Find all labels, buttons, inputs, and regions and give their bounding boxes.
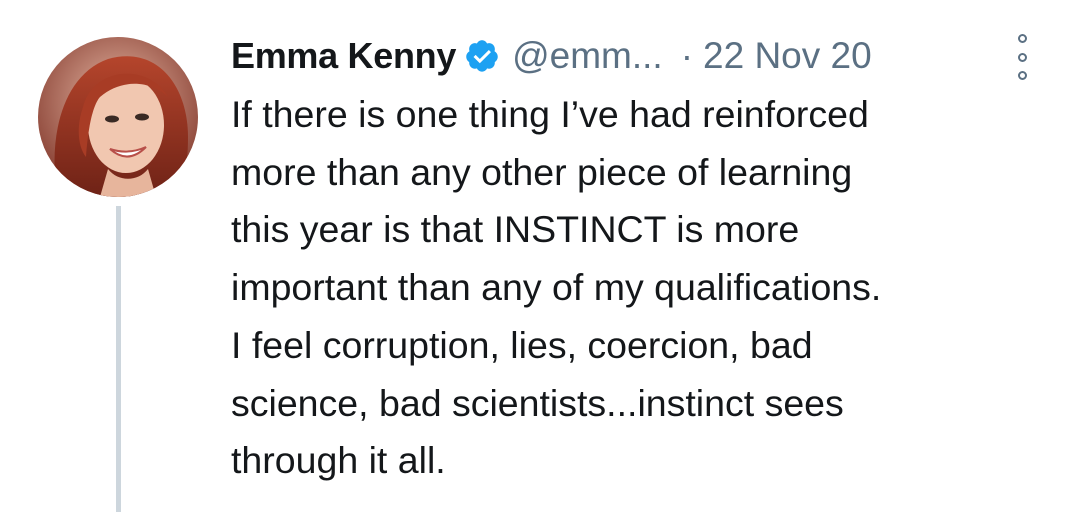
avatar[interactable] [38,37,198,197]
verified-badge-icon [464,38,500,74]
tweet-date[interactable]: 22 Nov 20 [703,35,872,77]
tweet-text-line: I feel corruption, lies, coercion, bad [231,323,813,366]
tweet-text-line: important than any of my qualifications. [231,266,882,309]
more-options-icon[interactable] [1010,34,1034,80]
tweet[interactable]: Emma Kenny @emm... · 22 Nov 20 If there … [0,0,1080,512]
author-handle[interactable]: @emm... [512,35,663,77]
header-separator: · [680,35,694,76]
tweet-text-line: through it all. [231,439,446,482]
tweet-text: If there is one thing I’ve had reinforce… [231,86,1051,490]
tweet-text-line: If there is one thing I’ve had reinforce… [231,93,869,135]
author-name[interactable]: Emma Kenny [231,35,456,77]
thread-connector-line [116,206,121,512]
avatar-image [38,37,198,197]
tweet-header: Emma Kenny @emm... · 22 Nov 20 [231,30,1031,82]
tweet-text-line: science, bad scientists...instinct sees [231,381,844,424]
tweet-text-line: this year is that INSTINCT is more [231,208,800,251]
tweet-text-line: more than any other piece of learning [231,150,853,193]
